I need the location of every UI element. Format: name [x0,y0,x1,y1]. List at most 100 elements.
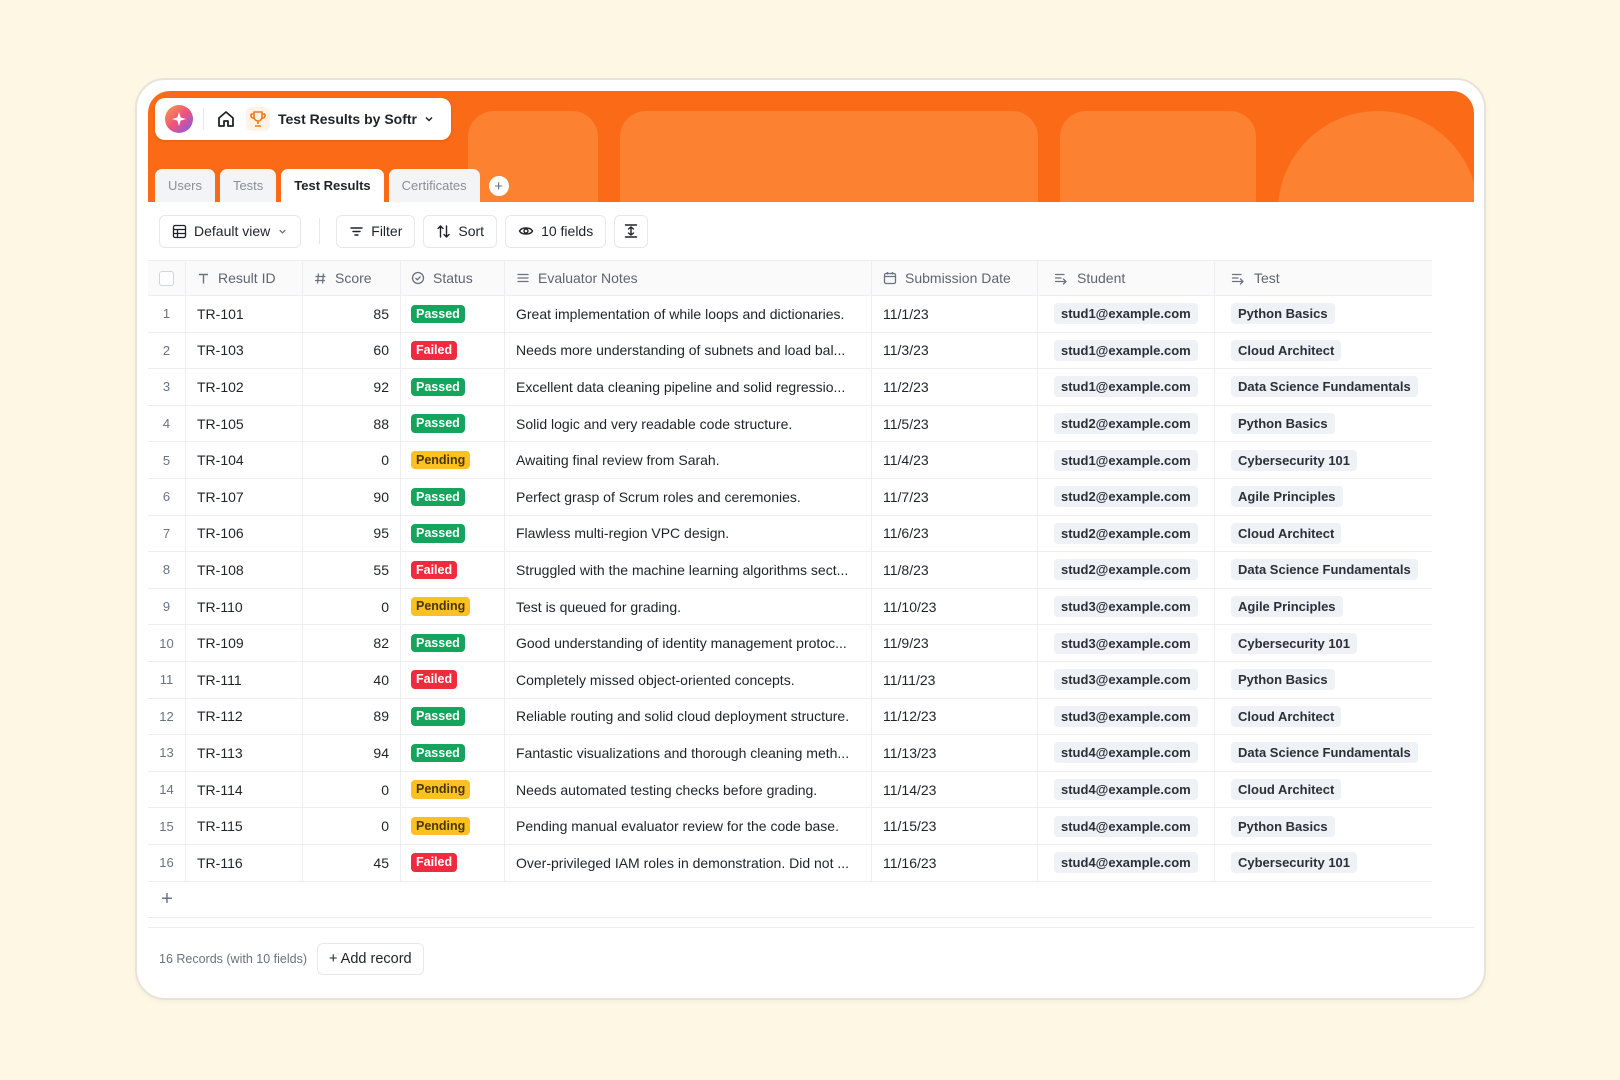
score-cell[interactable]: 88 [303,405,401,442]
test-cell[interactable]: Python Basics [1215,662,1432,698]
evaluator-notes-cell[interactable]: Fantastic visualizations and thorough cl… [505,735,872,771]
test-cell[interactable]: Agile Principles [1215,479,1432,515]
score-cell[interactable]: 90 [303,478,401,515]
table-row[interactable]: 16 TR-116 45 Failed Over-privileged IAM role… [148,844,1432,882]
submission-date-cell[interactable]: 11/16/23 [872,844,1038,881]
add-tab-button[interactable]: + [488,176,509,196]
table-row[interactable]: 1 TR-101 85 Passed Great implementation of w… [148,296,1432,333]
status-cell[interactable]: Pending [401,808,505,844]
status-cell[interactable]: Passed [401,478,505,515]
test-cell[interactable]: Cloud Architect [1215,699,1432,735]
student-cell[interactable]: stud1@example.com [1038,442,1215,478]
table-row[interactable]: 8 TR-108 55 Failed Struggled with the machin… [148,552,1432,589]
status-cell[interactable]: Failed [401,332,505,369]
evaluator-notes-cell[interactable]: Excellent data cleaning pipeline and sol… [505,369,872,405]
score-cell[interactable]: 60 [303,332,401,369]
submission-date-cell[interactable]: 11/15/23 [872,808,1038,844]
table-row[interactable]: 14 TR-114 0 Pending Needs automated testing … [148,771,1432,809]
student-cell[interactable]: stud2@example.com [1038,552,1215,588]
student-cell[interactable]: stud3@example.com [1038,698,1215,735]
table-row[interactable]: 3 TR-102 92 Passed Excellent data cleaning p… [148,369,1432,406]
submission-date-cell[interactable]: 11/14/23 [872,771,1038,808]
evaluator-notes-cell[interactable]: Struggled with the machine learning algo… [505,552,872,588]
result-id-cell[interactable]: TR-112 [186,698,303,735]
column-header-submission-date[interactable]: Submission Date [872,261,1038,295]
test-cell[interactable]: Data Science Fundamentals [1215,552,1432,588]
fields-button[interactable]: 10 fields [505,214,607,248]
evaluator-notes-cell[interactable]: Needs more understanding of subnets and … [505,332,872,369]
submission-date-cell[interactable]: 11/7/23 [872,478,1038,515]
student-cell[interactable]: stud1@example.com [1038,296,1215,332]
table-row[interactable]: 12 TR-112 89 Passed Reliable routing and sol… [148,698,1432,736]
app-title[interactable]: Test Results by Softr [278,111,417,127]
home-icon[interactable] [214,107,238,131]
score-cell[interactable]: 94 [303,735,401,771]
submission-date-cell[interactable]: 11/6/23 [872,515,1038,552]
column-header-test[interactable]: Test [1215,261,1432,295]
evaluator-notes-cell[interactable]: Great implementation of while loops and … [505,296,872,332]
result-id-cell[interactable]: TR-111 [186,661,303,698]
student-cell[interactable]: stud4@example.com [1038,808,1215,844]
status-cell[interactable]: Passed [401,515,505,552]
evaluator-notes-cell[interactable]: Reliable routing and solid cloud deploym… [505,698,872,735]
submission-date-cell[interactable]: 11/4/23 [872,442,1038,478]
score-cell[interactable]: 0 [303,771,401,808]
table-row[interactable]: 4 TR-105 88 Passed Solid logic and very read… [148,405,1432,443]
table-row[interactable]: 7 TR-106 95 Passed Flawless multi-region VPC… [148,515,1432,553]
table-row[interactable]: 11 TR-111 40 Failed Completely missed object… [148,661,1432,699]
student-cell[interactable]: stud2@example.com [1038,405,1215,442]
evaluator-notes-cell[interactable]: Perfect grasp of Scrum roles and ceremon… [505,478,872,515]
column-header-result-id[interactable]: Result ID [186,261,303,295]
tab-certificates[interactable]: Certificates [388,169,480,202]
student-cell[interactable]: stud1@example.com [1038,332,1215,369]
student-cell[interactable]: stud3@example.com [1038,661,1215,698]
test-cell[interactable]: Cybersecurity 101 [1215,625,1432,661]
status-cell[interactable]: Failed [401,552,505,588]
sort-button[interactable]: Sort [423,214,498,248]
status-cell[interactable]: Pending [401,442,505,478]
score-cell[interactable]: 95 [303,515,401,552]
result-id-cell[interactable]: TR-106 [186,515,303,552]
select-all-checkbox[interactable] [159,270,174,286]
chevron-down-icon[interactable] [423,113,435,125]
student-cell[interactable]: stud2@example.com [1038,478,1215,515]
table-row[interactable]: 9 TR-110 0 Pending Test is queued for gradin… [148,588,1432,626]
test-cell[interactable]: Cloud Architect [1215,516,1432,552]
table-row[interactable]: 2 TR-103 60 Failed Needs more understanding … [148,332,1432,370]
result-id-cell[interactable]: TR-109 [186,625,303,661]
result-id-cell[interactable]: TR-108 [186,552,303,588]
column-header-status[interactable]: Status [401,261,505,295]
evaluator-notes-cell[interactable]: Pending manual evaluator review for the … [505,808,872,844]
student-cell[interactable]: stud2@example.com [1038,515,1215,552]
score-cell[interactable]: 92 [303,369,401,405]
result-id-cell[interactable]: TR-110 [186,588,303,625]
app-switcher[interactable]: Test Results by Softr [155,98,451,140]
submission-date-cell[interactable]: 11/13/23 [872,735,1038,771]
score-cell[interactable]: 0 [303,588,401,625]
column-header-student[interactable]: Student [1038,261,1215,295]
result-id-cell[interactable]: TR-105 [186,405,303,442]
student-cell[interactable]: stud3@example.com [1038,588,1215,625]
result-id-cell[interactable]: TR-103 [186,332,303,369]
softr-logo-icon[interactable] [165,105,193,133]
submission-date-cell[interactable]: 11/10/23 [872,588,1038,625]
status-cell[interactable]: Passed [401,405,505,442]
tab-test-results[interactable]: Test Results [281,169,384,202]
result-id-cell[interactable]: TR-104 [186,442,303,478]
table-row[interactable]: 5 TR-104 0 Pending Awaiting final review fro… [148,442,1432,479]
status-cell[interactable]: Pending [401,771,505,808]
result-id-cell[interactable]: TR-107 [186,478,303,515]
tab-users[interactable]: Users [155,169,215,202]
status-cell[interactable]: Passed [401,735,505,771]
test-cell[interactable]: Agile Principles [1215,589,1432,625]
evaluator-notes-cell[interactable]: Flawless multi-region VPC design. [505,515,872,552]
view-selector[interactable]: Default view [159,214,302,248]
test-cell[interactable]: Cloud Architect [1215,333,1432,369]
evaluator-notes-cell[interactable]: Test is queued for grading. [505,588,872,625]
evaluator-notes-cell[interactable]: Needs automated testing checks before gr… [505,771,872,808]
student-cell[interactable]: stud4@example.com [1038,735,1215,771]
test-cell[interactable]: Cybersecurity 101 [1215,845,1432,881]
result-id-cell[interactable]: TR-116 [186,844,303,881]
test-cell[interactable]: Cybersecurity 101 [1215,442,1432,478]
evaluator-notes-cell[interactable]: Completely missed object-oriented concep… [505,661,872,698]
